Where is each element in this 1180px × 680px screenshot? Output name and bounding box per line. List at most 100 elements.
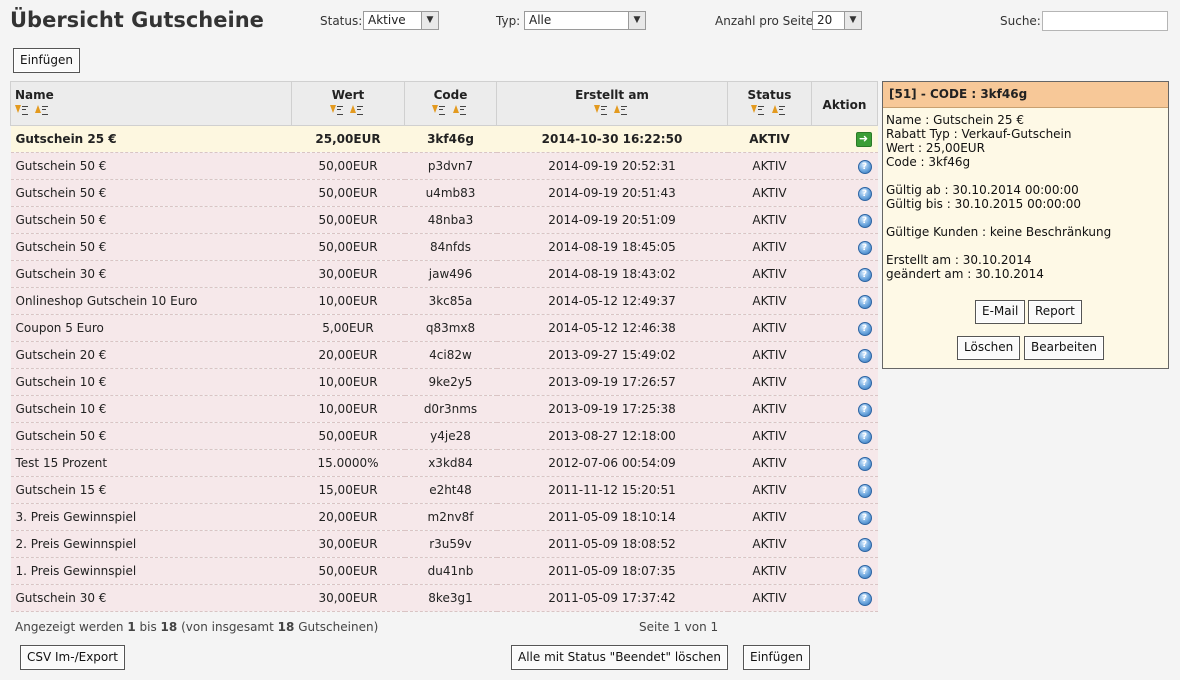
table-row[interactable]: Gutschein 50 €50,00EUR 84nfds 2014-08-19 1…: [10, 233, 878, 261]
table-row[interactable]: Coupon 5 Euro 5,00EUR q83mx8 2014-05-12 12:…: [10, 314, 878, 342]
info-icon[interactable]: ?: [857, 565, 872, 579]
sort-ascending-icon[interactable]: [614, 105, 628, 115]
sort-descending-icon[interactable]: [329, 105, 344, 115]
cell-status: AKTIV: [727, 503, 812, 531]
info-icon[interactable]: ?: [857, 241, 872, 255]
summary-total-suffix: Gutscheinen): [298, 620, 379, 634]
column-header-status[interactable]: Status: [727, 81, 812, 126]
cell-created: 2011-05-09 18:10:14: [496, 503, 728, 531]
cell-status: AKTIV: [727, 341, 812, 369]
table-row[interactable]: Gutschein 50 €50,00EUR u4mb83 2014-09-19 2…: [10, 179, 878, 207]
cell-code: 3kf46g: [404, 125, 497, 153]
cell-code: 84nfds: [404, 233, 497, 261]
column-header-value-label: Wert: [331, 88, 365, 102]
cell-value: 50,00EUR: [291, 557, 405, 585]
cell-created: 2013-08-27 12:18:00: [496, 422, 728, 450]
info-icon[interactable]: ?: [857, 430, 872, 444]
cell-value: 20,00EUR: [291, 503, 405, 531]
edit-button[interactable]: Bearbeiten: [1024, 336, 1104, 360]
table-row[interactable]: Onlineshop Gutschein 10 Euro 10,00EUR 3kc8…: [10, 287, 878, 315]
info-icon[interactable]: ?: [857, 484, 872, 498]
table-row[interactable]: Gutschein 10 €10,00EUR 9ke2y5 2013-09-19 1…: [10, 368, 878, 396]
info-icon[interactable]: ?: [857, 592, 872, 606]
sort-ascending-icon[interactable]: [35, 105, 49, 115]
table-row[interactable]: Gutschein 30 €30,00EUR jaw496 2014-08-19 1…: [10, 260, 878, 288]
cell-action: ?: [811, 584, 878, 612]
detail-line: Rabatt Typ : Verkauf-Gutschein: [886, 127, 1072, 141]
cell-name: Gutschein 50 €: [10, 422, 292, 450]
email-button[interactable]: E-Mail: [975, 300, 1026, 324]
cell-value: 50,00EUR: [291, 152, 405, 180]
per-page-select[interactable]: 20 ▼: [812, 11, 862, 30]
cell-action: ?: [811, 287, 878, 315]
info-icon[interactable]: ?: [857, 268, 872, 282]
cell-action: ?: [811, 476, 878, 504]
table-row[interactable]: Gutschein 50 €50,00EUR 48nba3 2014-09-19 2…: [10, 206, 878, 234]
table-row[interactable]: 2. Preis Gewinnspiel 30,00EUR r3u59v 2011-0…: [10, 530, 878, 558]
table-row[interactable]: 3. Preis Gewinnspiel 20,00EUR m2nv8f 2011-0…: [10, 503, 878, 531]
cell-action: ?: [811, 503, 878, 531]
info-icon[interactable]: ?: [857, 187, 872, 201]
info-icon[interactable]: ?: [857, 349, 872, 363]
column-header-name[interactable]: Name: [10, 81, 292, 126]
insert-button-bottom[interactable]: Einfügen: [743, 645, 810, 670]
search-input[interactable]: [1042, 11, 1168, 31]
detail-line: geändert am : 30.10.2014: [886, 267, 1044, 281]
table-row[interactable]: 1. Preis Gewinnspiel 50,00EUR du41nb 2011-0…: [10, 557, 878, 585]
sort-ascending-icon[interactable]: [771, 105, 786, 115]
cell-code: p3dvn7: [404, 152, 497, 180]
table-row[interactable]: Gutschein 15 €15,00EUR e2ht48 2011-11-12 1…: [10, 476, 878, 504]
info-icon[interactable]: ?: [857, 403, 872, 417]
sort-descending-icon[interactable]: [432, 105, 446, 115]
cell-status: AKTIV: [727, 260, 812, 288]
cell-value: 15,00EUR: [291, 476, 405, 504]
delete-button[interactable]: Löschen: [957, 336, 1021, 360]
column-header-action-label: Aktion: [822, 98, 867, 112]
voucher-detail-panel: [51] - CODE : 3kf46g Name : Gutschein 25…: [882, 81, 1169, 369]
table-row[interactable]: Gutschein 10 €10,00EUR d0r3nms 2013-09-19 …: [10, 395, 878, 423]
info-icon[interactable]: ?: [857, 160, 872, 174]
cell-code: 48nba3: [404, 206, 497, 234]
cell-created: 2013-09-27 15:49:02: [496, 341, 728, 369]
delete-ended-button[interactable]: Alle mit Status "Beendet" löschen: [511, 645, 728, 670]
info-icon[interactable]: ?: [857, 376, 872, 390]
csv-import-export-button[interactable]: CSV Im-/Export: [20, 645, 125, 670]
chevron-down-icon: ▼: [421, 12, 438, 29]
column-header-created-label: Erstellt am: [575, 88, 649, 102]
info-icon[interactable]: ?: [857, 538, 872, 552]
status-filter-select[interactable]: Aktive ▼: [363, 11, 439, 30]
cell-created: 2014-09-19 20:52:31: [496, 152, 728, 180]
table-row[interactable]: Gutschein 25 €25,00EUR 3kf46g 2014-10-30 1…: [10, 125, 878, 153]
summary-total: 18: [277, 620, 295, 634]
cell-action: ?: [811, 449, 878, 477]
insert-button-top[interactable]: Einfügen: [13, 48, 80, 73]
info-icon[interactable]: ?: [857, 511, 872, 525]
report-button[interactable]: Report: [1028, 300, 1082, 324]
sort-ascending-icon[interactable]: [452, 105, 467, 115]
sort-descending-icon[interactable]: [15, 105, 29, 115]
table-row[interactable]: Gutschein 30 €30,00EUR 8ke3g1 2011-05-09 1…: [10, 584, 878, 612]
sort-descending-icon[interactable]: [593, 105, 608, 115]
info-icon[interactable]: ?: [857, 322, 872, 336]
table-row[interactable]: Test 15 Prozent 15.0000% x3kd84 2012-07-06 …: [10, 449, 878, 477]
arrow-right-icon[interactable]: ➜: [855, 132, 872, 147]
summary-to-word: bis: [139, 620, 157, 634]
table-row[interactable]: Gutschein 50 €50,00EUR p3dvn7 2014-09-19 2…: [10, 152, 878, 180]
cell-created: 2014-05-12 12:46:38: [496, 314, 728, 342]
info-icon[interactable]: ?: [857, 214, 872, 228]
sort-descending-icon[interactable]: [751, 105, 765, 115]
cell-code: 8ke3g1: [404, 584, 497, 612]
info-icon[interactable]: ?: [857, 295, 872, 309]
column-header-code[interactable]: Code: [404, 81, 497, 126]
info-icon[interactable]: ?: [857, 457, 872, 471]
cell-value: 10,00EUR: [291, 287, 405, 315]
type-filter-select[interactable]: Alle ▼: [524, 11, 646, 30]
column-header-created[interactable]: Erstellt am: [496, 81, 728, 126]
cell-value: 50,00EUR: [291, 206, 405, 234]
column-header-value[interactable]: Wert: [291, 81, 405, 126]
sort-ascending-icon[interactable]: [350, 105, 364, 115]
table-row[interactable]: Gutschein 50 €50,00EUR y4je28 2013-08-27 1…: [10, 422, 878, 450]
cell-code: r3u59v: [404, 530, 497, 558]
cell-code: u4mb83: [404, 179, 497, 207]
table-row[interactable]: Gutschein 20 €20,00EUR 4ci82w 2013-09-27 1…: [10, 341, 878, 369]
